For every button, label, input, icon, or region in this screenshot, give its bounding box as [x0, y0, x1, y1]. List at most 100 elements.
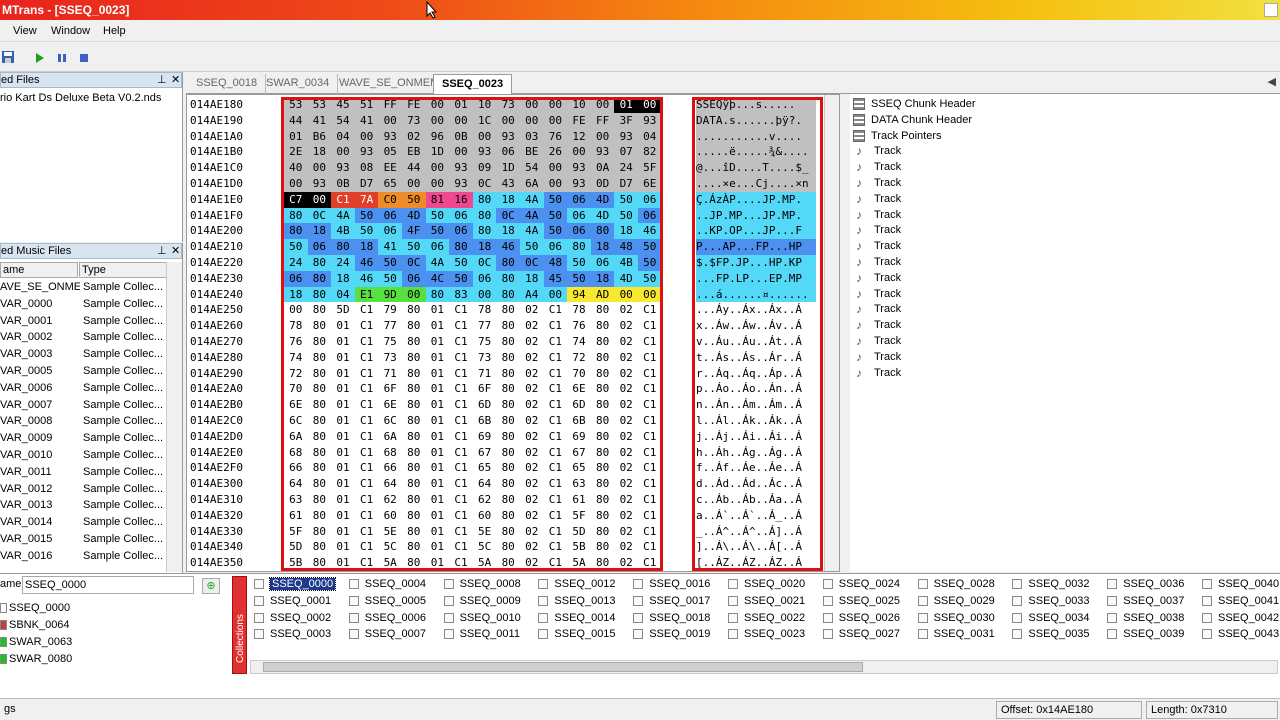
collection-item[interactable]: SSEQ_0028: [917, 576, 995, 592]
list-item[interactable]: VAR_0001 Sample Collec...: [0, 313, 165, 330]
hex-byte[interactable]: C1: [544, 539, 568, 555]
hex-byte[interactable]: 62: [378, 492, 402, 508]
collection-item[interactable]: SSEQ_0027: [822, 626, 900, 642]
collection-item[interactable]: SSEQ_0015: [538, 626, 616, 642]
hex-byte[interactable]: 60: [378, 508, 402, 524]
tree-item-track[interactable]: ♪ Track: [856, 207, 901, 223]
hex-byte[interactable]: 63: [284, 492, 308, 508]
hex-byte[interactable]: 80: [402, 460, 426, 476]
hex-byte[interactable]: 5F: [567, 508, 591, 524]
hex-byte[interactable]: 80: [284, 207, 308, 224]
tree-item-track[interactable]: ♪ Track: [856, 349, 901, 365]
hex-byte[interactable]: 50: [354, 223, 379, 240]
hex-byte[interactable]: C1: [544, 350, 568, 366]
close-icon[interactable]: ✕: [171, 73, 180, 87]
list-item[interactable]: VAR_0008 Sample Collec...: [0, 413, 165, 430]
collection-item[interactable]: SSEQ_0000: [254, 576, 337, 592]
hex-byte[interactable]: 01: [426, 524, 450, 540]
hex-scrollbar[interactable]: [824, 95, 839, 571]
hex-byte[interactable]: 80: [496, 381, 520, 397]
tree-item-track[interactable]: ♪ Track: [856, 191, 901, 207]
hex-byte[interactable]: 80: [591, 445, 615, 461]
collection-item[interactable]: SSEQ_0026: [822, 610, 900, 626]
hex-byte[interactable]: C1: [449, 476, 473, 492]
collections-hscroll[interactable]: [250, 660, 1278, 674]
hex-byte[interactable]: 80: [402, 350, 426, 366]
hex-byte[interactable]: 5C: [378, 539, 402, 555]
hex-row[interactable]: 014AE2F0 66 80 01 C1 66 80 01 C1 65 80 02 C1 65 80 02 C1…: [187, 460, 827, 476]
hex-byte[interactable]: 80: [308, 492, 332, 508]
hex-byte[interactable]: 06: [590, 255, 615, 271]
hex-byte[interactable]: 01: [426, 318, 450, 334]
hex-ascii[interactable]: _..Á^..Á^..Á]..Á: [696, 524, 816, 540]
hex-byte[interactable]: 93: [496, 128, 520, 145]
hex-byte[interactable]: 00: [449, 112, 473, 129]
hex-byte[interactable]: 02: [614, 524, 638, 540]
add-button[interactable]: ⊕: [202, 578, 220, 594]
hex-byte[interactable]: 01: [426, 460, 450, 476]
hex-byte[interactable]: 6F: [473, 381, 497, 397]
hex-byte[interactable]: 80: [591, 302, 615, 318]
collection-item[interactable]: SSEQ_0023: [728, 626, 805, 642]
hex-byte[interactable]: C1: [544, 366, 568, 382]
hex-ascii[interactable]: a..Á`..Á`..Á_..Á: [696, 508, 816, 524]
hex-ascii[interactable]: Ç.ÁzÀP....JP.MP.: [696, 191, 816, 208]
hex-byte[interactable]: C1: [449, 555, 473, 571]
hex-byte[interactable]: 01: [614, 97, 638, 113]
hex-byte[interactable]: C1: [355, 413, 379, 429]
hex-row[interactable]: 014AE2A0 70 80 01 C1 6F 80 01 C1 6F 80 02 C1 6E 80 02 C1…: [187, 381, 827, 397]
hex-byte[interactable]: 5E: [473, 524, 497, 540]
hex-row[interactable]: 014AE330 5F 80 01 C1 5E 80 01 C1 5E 80 02 C1 5D 80 02 C1…: [187, 524, 827, 540]
hex-byte[interactable]: 0C: [472, 255, 497, 271]
hex-byte[interactable]: 80: [496, 445, 520, 461]
hex-byte[interactable]: 50: [567, 270, 591, 287]
hex-byte[interactable]: 67: [473, 445, 497, 461]
hex-byte[interactable]: 83: [449, 286, 473, 303]
hex-byte[interactable]: 00: [638, 97, 662, 113]
hex-byte[interactable]: 94: [567, 286, 591, 303]
hex-byte[interactable]: C1: [449, 397, 473, 413]
hex-byte[interactable]: 60: [473, 508, 497, 524]
hex-byte[interactable]: A4: [520, 286, 544, 303]
tree-item-track[interactable]: ♪ Track: [856, 175, 901, 191]
hex-byte[interactable]: C1: [544, 334, 568, 350]
hex-byte[interactable]: 08: [354, 160, 379, 176]
hex-byte[interactable]: 01: [331, 476, 355, 492]
hex-byte[interactable]: C1: [638, 445, 662, 461]
list-item[interactable]: VAR_0010 Sample Collec...: [0, 447, 165, 464]
hex-byte[interactable]: 80: [496, 476, 520, 492]
hex-byte[interactable]: C0: [378, 191, 402, 208]
tree-item-track[interactable]: ♪ Track: [856, 333, 901, 349]
hex-ascii[interactable]: $.$FP.JP...HP.KP: [696, 255, 816, 271]
hex-ascii[interactable]: DATA.s......þÿ?.: [696, 112, 816, 129]
tab-sseq-0018[interactable]: SSEQ_0018: [188, 74, 267, 94]
hex-ascii[interactable]: .....ë.....¾&....: [696, 144, 816, 161]
hex-byte[interactable]: 6B: [473, 413, 497, 429]
hex-row[interactable]: 014AE2E0 68 80 01 C1 68 80 01 C1 67 80 02 C1 67 80 02 C1…: [187, 445, 827, 461]
hex-ascii[interactable]: h..Áh..Ág..Ág..Á: [696, 445, 816, 461]
hex-byte[interactable]: 80: [472, 207, 497, 224]
hex-row[interactable]: 014AE1B0 2E 18 00 93 05 EB 1D 00 93 06 BE 26 00 93 07 82…: [187, 144, 827, 161]
hex-byte[interactable]: 00: [614, 286, 638, 303]
hex-byte[interactable]: 80: [402, 397, 426, 413]
hex-byte[interactable]: 06: [284, 270, 308, 287]
hex-byte[interactable]: C1: [638, 429, 662, 445]
hex-byte[interactable]: 79: [378, 302, 402, 318]
hex-byte[interactable]: 80: [472, 191, 497, 208]
hex-ascii[interactable]: ....×e...Cj....×n: [696, 176, 816, 192]
list-item[interactable]: VAR_0003 Sample Collec...: [0, 346, 165, 363]
hex-byte[interactable]: 02: [614, 334, 638, 350]
hex-byte[interactable]: 65: [378, 176, 402, 192]
tree-item-track[interactable]: ♪ Track: [856, 317, 901, 333]
hex-byte[interactable]: 0B: [331, 176, 355, 192]
list-item[interactable]: VAR_0007 Sample Collec...: [0, 397, 165, 414]
hex-ascii[interactable]: ...á......¤......: [696, 286, 816, 303]
collection-item[interactable]: SSEQ_0041: [1202, 593, 1279, 609]
hex-byte[interactable]: 80: [402, 445, 426, 461]
collection-item[interactable]: SSEQ_0014: [538, 610, 616, 626]
hex-byte[interactable]: 50: [449, 255, 473, 271]
hex-byte[interactable]: 80: [308, 350, 332, 366]
hex-byte[interactable]: 50: [378, 255, 402, 271]
hex-byte[interactable]: 02: [520, 429, 544, 445]
hex-byte[interactable]: 02: [614, 476, 638, 492]
